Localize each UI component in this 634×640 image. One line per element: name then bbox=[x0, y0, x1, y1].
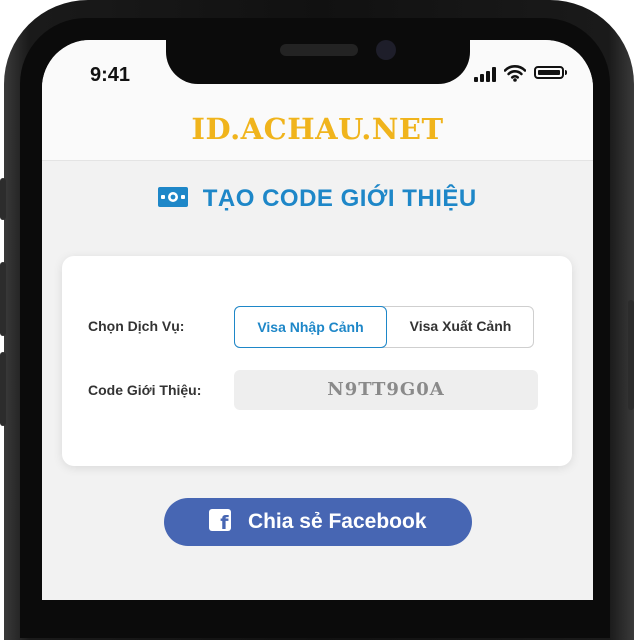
battery-icon bbox=[534, 66, 564, 79]
front-camera bbox=[376, 40, 396, 60]
service-selector: Visa Nhập Cảnh Visa Xuất Cảnh bbox=[234, 306, 534, 348]
phone-side-button-mute bbox=[0, 178, 6, 220]
referral-form-card: Chọn Dịch Vụ: Visa Nhập Cảnh Visa Xuất C… bbox=[62, 256, 572, 466]
battery-tip bbox=[565, 70, 567, 75]
page-title: TẠO CODE GIỚI THIỆU bbox=[202, 185, 477, 212]
phone-side-button-volume-up bbox=[0, 262, 6, 336]
status-time: 9:41 bbox=[90, 64, 131, 86]
wifi-icon bbox=[504, 65, 526, 82]
phone-side-button-volume-down bbox=[0, 352, 6, 426]
phone-notch bbox=[166, 40, 470, 84]
share-facebook-label: Chia sẻ Facebook bbox=[247, 510, 427, 533]
referral-code-field[interactable]: N9TT9G0A bbox=[234, 370, 538, 410]
phone-side-button-power bbox=[628, 300, 634, 410]
referral-code-label: Code Giới Thiệu: bbox=[88, 382, 202, 398]
phone-screen: 9:41 ID.ACHAU.NET TẠO CODE GIỚI THIỆU Ch… bbox=[42, 40, 593, 600]
site-logo[interactable]: ID.ACHAU.NET bbox=[191, 112, 443, 146]
page-heading: TẠO CODE GIỚI THIỆU bbox=[42, 185, 593, 213]
speaker-grille bbox=[280, 44, 358, 56]
share-facebook-button[interactable]: f Chia sẻ Facebook bbox=[164, 498, 472, 546]
site-header: ID.ACHAU.NET bbox=[42, 98, 593, 161]
service-option-visa-nhap-canh[interactable]: Visa Nhập Cảnh bbox=[234, 306, 387, 348]
facebook-icon: f bbox=[209, 509, 232, 534]
service-option-visa-xuat-canh[interactable]: Visa Xuất Cảnh bbox=[387, 306, 534, 348]
cellular-signal-icon bbox=[474, 66, 496, 82]
money-icon bbox=[158, 187, 189, 207]
service-label: Chọn Dịch Vụ: bbox=[88, 318, 185, 334]
